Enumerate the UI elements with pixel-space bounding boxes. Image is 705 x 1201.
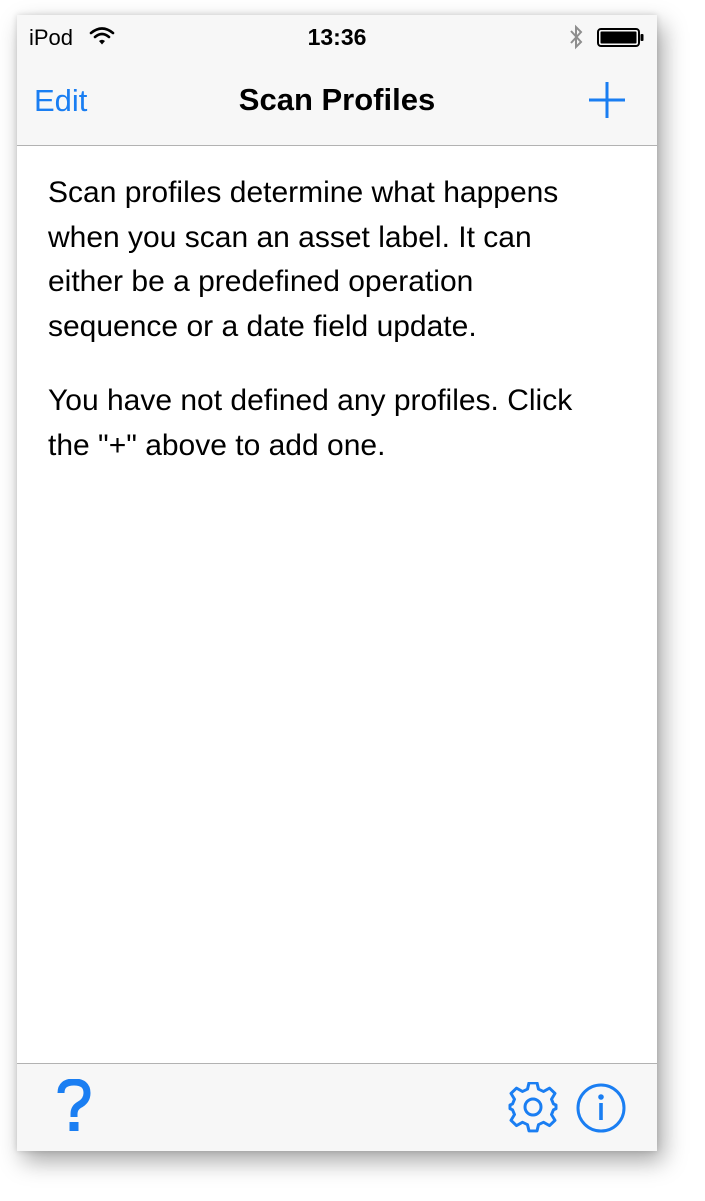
status-bar: iPod 13:36	[17, 15, 657, 55]
status-time: 13:36	[307, 24, 367, 50]
profiles-empty-state: Scan profiles determine what happens whe…	[48, 146, 608, 468]
bluetooth-icon	[568, 24, 584, 50]
info-icon	[576, 1083, 626, 1133]
description-text: Scan profiles determine what happens whe…	[48, 176, 559, 343]
empty-message: You have not defined any profiles. Click…	[48, 384, 573, 462]
info-button[interactable]	[575, 1082, 627, 1134]
plus-icon	[589, 82, 625, 118]
add-profile-button[interactable]	[587, 80, 627, 120]
gear-icon	[508, 1082, 558, 1133]
app-screen: iPod 13:36 Edit Scan Profiles Scan profi…	[17, 15, 657, 1151]
settings-button[interactable]	[507, 1082, 559, 1134]
help-icon	[57, 1079, 91, 1131]
battery-icon	[597, 28, 645, 47]
help-button[interactable]	[57, 1079, 91, 1135]
bottom-toolbar	[17, 1063, 657, 1151]
navigation-bar: Edit Scan Profiles	[17, 55, 657, 146]
page-title: Scan Profiles	[238, 82, 436, 117]
